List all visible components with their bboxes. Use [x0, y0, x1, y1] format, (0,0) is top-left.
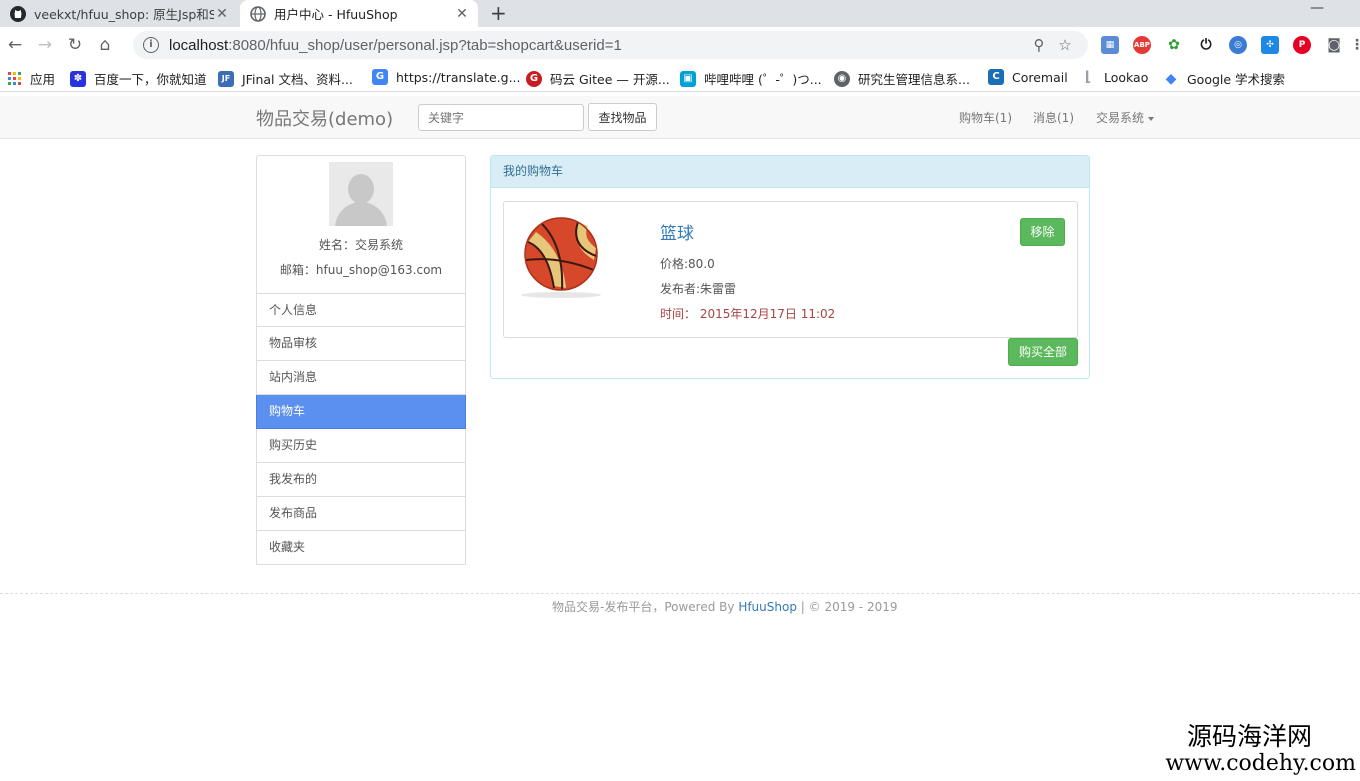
- profile-menu: 个人信息 物品审核 站内消息 购物车 购买历史 我发布的 发布商品 收藏夹: [256, 293, 466, 565]
- translate-icon: G: [372, 69, 388, 85]
- forward-arrow-icon[interactable]: →: [30, 35, 60, 55]
- menu-item-favorites[interactable]: 收藏夹: [256, 531, 466, 565]
- basketball-image[interactable]: [518, 216, 604, 300]
- cart-panel: 我的购物车 篮球 价格:80.0 发布者:朱雷雷 时间： 2015年12月17日…: [490, 155, 1090, 379]
- camera-icon[interactable]: ◙: [1325, 36, 1343, 54]
- search-input[interactable]: [418, 104, 584, 131]
- github-icon: [10, 5, 26, 22]
- bookmark-label: 百度一下，你就知道: [94, 72, 207, 87]
- caret-down-icon: [1148, 116, 1155, 121]
- bookmark-star-icon[interactable]: ☆: [1052, 36, 1078, 54]
- profile-name: 姓名：交易系统: [318, 238, 403, 252]
- watermark-line2: www.codehy.com: [1165, 751, 1356, 776]
- remove-button[interactable]: 移除: [1020, 218, 1065, 246]
- bookmark-label: Lookao: [1104, 69, 1149, 85]
- profile-card: 姓名：交易系统 邮箱：hfuu_shop@163.com 个人信息 物品审核 站…: [256, 155, 466, 565]
- bookmark-label: https://translate.g...: [396, 69, 521, 85]
- nav-system-dropdown[interactable]: 交易系统: [1096, 109, 1155, 126]
- watermark-line1: 源码海洋网: [1186, 722, 1312, 751]
- buy-all-button[interactable]: 购买全部: [1008, 338, 1078, 366]
- tab-strip: veekxt/hfuu_shop: 原生Jsp和Se ✕ 用户中心 - Hfuu…: [0, 0, 1360, 27]
- globe-icon: ◉: [834, 70, 850, 87]
- adblock-icon[interactable]: ABP: [1133, 36, 1151, 54]
- bookmark-label: 码云 Gitee — 开源...: [550, 72, 670, 87]
- menu-item-personal-info[interactable]: 个人信息: [256, 293, 466, 327]
- profile-email: 邮箱：hfuu_shop@163.com: [279, 263, 443, 277]
- minimize-window-button[interactable]: —: [1310, 0, 1324, 16]
- pinterest-icon[interactable]: P: [1293, 36, 1311, 54]
- site-info-icon[interactable]: i: [143, 37, 159, 53]
- bookmark-apps[interactable]: 应用: [8, 69, 55, 88]
- bookmark-bilibili[interactable]: ▣ 哔哩哔哩 (゜-゜)つ...: [680, 69, 822, 88]
- bookmark-label: 哔哩哔哩 (゜-゜)つ...: [704, 72, 822, 87]
- apps-grid-icon: [8, 71, 21, 85]
- avatar: [329, 162, 393, 226]
- search-button[interactable]: 查找物品: [588, 103, 657, 131]
- bookmark-jfinal[interactable]: JF JFinal 文档、资料...: [218, 69, 353, 88]
- jfinal-icon: JF: [218, 70, 234, 87]
- reload-icon[interactable]: ↻: [60, 35, 90, 55]
- item-seller: 发布者:朱雷雷: [660, 282, 737, 296]
- bookmark-translate[interactable]: G https://translate.g...: [372, 69, 521, 85]
- bookmark-label: 研究生管理信息系...: [858, 72, 970, 87]
- tab-user-center[interactable]: 用户中心 - HfuuShop ✕: [240, 0, 478, 27]
- site-navbar: 物品交易(demo) 查找物品 购物车(1) 消息(1) 交易系统: [0, 96, 1360, 139]
- tab-github[interactable]: veekxt/hfuu_shop: 原生Jsp和Se ✕: [0, 0, 238, 27]
- bookmark-coremail[interactable]: C Coremail: [988, 69, 1068, 85]
- site-footer: 物品交易-发布平台，Powered By HfuuShop | © 2019 -…: [552, 600, 898, 614]
- bookmark-label: Google 学术搜索: [1187, 72, 1286, 87]
- item-time: 时间： 2015年12月17日 11:02: [660, 307, 836, 321]
- coremail-icon: C: [988, 69, 1004, 85]
- menu-item-item-review[interactable]: 物品审核: [256, 327, 466, 361]
- footer-hfuushop-link[interactable]: HfuuShop: [738, 600, 797, 614]
- browser-toolbar: ← → ↻ ⌂ i localhost:8080/hfuu_shop/user/…: [0, 27, 1360, 63]
- footer-divider: [0, 593, 1360, 594]
- menu-item-purchase-history[interactable]: 购买历史: [256, 429, 466, 463]
- paw-extension-icon[interactable]: ✿: [1165, 36, 1183, 54]
- zoom-search-icon[interactable]: ⚲: [1026, 36, 1052, 54]
- globe-extension-icon[interactable]: ◎: [1229, 36, 1247, 54]
- home-icon[interactable]: ⌂: [90, 35, 120, 55]
- bookmark-gitee[interactable]: G 码云 Gitee — 开源...: [526, 69, 670, 88]
- tab-title: 用户中心 - HfuuShop: [274, 7, 398, 22]
- baidu-paw-icon: ✽: [70, 70, 86, 87]
- power-extension-icon[interactable]: ⏻: [1197, 36, 1215, 54]
- extension-icon[interactable]: ▦: [1101, 36, 1119, 54]
- url-text[interactable]: localhost:8080/hfuu_shop/user/personal.j…: [169, 37, 1026, 54]
- item-price: 价格:80.0: [660, 257, 715, 271]
- close-tab-icon[interactable]: ✕: [454, 6, 470, 22]
- bilibili-icon: ▣: [680, 70, 696, 87]
- bookmark-label: Coremail: [1012, 69, 1068, 85]
- bookmark-scholar[interactable]: ◆ Google 学术搜索: [1163, 69, 1285, 88]
- menu-item-my-posts[interactable]: 我发布的: [256, 463, 466, 497]
- item-name-link[interactable]: 篮球: [660, 219, 694, 244]
- scholar-icon: ◆: [1163, 70, 1179, 87]
- cart-item: 篮球 价格:80.0 发布者:朱雷雷 时间： 2015年12月17日 11:02…: [503, 201, 1078, 338]
- close-tab-icon[interactable]: ✕: [214, 6, 230, 22]
- bookmark-grad-system[interactable]: ◉ 研究生管理信息系...: [834, 69, 970, 88]
- bookmark-label: 应用: [30, 72, 56, 87]
- tab-title: veekxt/hfuu_shop: 原生Jsp和Se: [34, 7, 214, 22]
- nav-messages-link[interactable]: 消息(1): [1033, 109, 1074, 126]
- site-watermark: 源码海洋网 www.codehy.com: [1165, 723, 1356, 777]
- address-bar[interactable]: i localhost:8080/hfuu_shop/user/personal…: [133, 31, 1088, 59]
- lookao-icon: ⌊: [1080, 69, 1096, 85]
- globe-icon: [250, 5, 266, 22]
- translate-extension-icon[interactable]: ✣: [1261, 36, 1279, 54]
- menu-item-publish-item[interactable]: 发布商品: [256, 497, 466, 531]
- back-arrow-icon[interactable]: ←: [0, 35, 30, 55]
- bookmark-label: JFinal 文档、资料...: [242, 72, 353, 87]
- gitee-icon: G: [526, 70, 542, 87]
- web-page: 物品交易(demo) 查找物品 购物车(1) 消息(1) 交易系统 姓名：交易系…: [0, 96, 1360, 781]
- menu-item-cart[interactable]: 购物车: [256, 395, 466, 429]
- menu-dots-icon[interactable]: ⋮: [1350, 36, 1360, 54]
- bookmarks-bar: 应用 ✽ 百度一下，你就知道 JF JFinal 文档、资料... G http…: [0, 63, 1360, 92]
- nav-cart-link[interactable]: 购物车(1): [959, 109, 1012, 126]
- cart-panel-heading: 我的购物车: [491, 156, 1089, 188]
- new-tab-button[interactable]: +: [490, 1, 507, 25]
- bookmark-lookao[interactable]: ⌊ Lookao: [1080, 69, 1148, 85]
- site-brand[interactable]: 物品交易(demo): [256, 105, 393, 131]
- menu-item-messages[interactable]: 站内消息: [256, 361, 466, 395]
- bookmark-baidu[interactable]: ✽ 百度一下，你就知道: [70, 69, 207, 88]
